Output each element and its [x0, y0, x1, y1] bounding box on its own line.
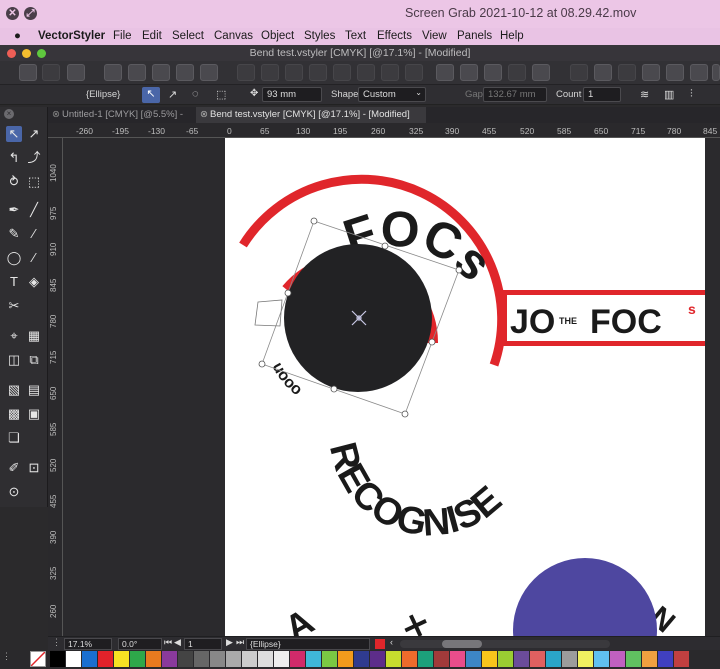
horizontal-scrollbar[interactable] — [400, 640, 610, 648]
swatch-grip-icon: ⋮ — [2, 651, 11, 661]
no-color-icon — [30, 651, 46, 667]
color-swatches: ⋮ — [0, 650, 720, 668]
color-swatch[interactable] — [530, 651, 545, 667]
scroll-left-icon[interactable]: ‹ — [390, 637, 393, 647]
color-swatch[interactable] — [194, 651, 209, 667]
color-swatch[interactable] — [594, 651, 609, 667]
angle-field[interactable]: 0.0° — [118, 638, 162, 650]
color-swatch[interactable] — [402, 651, 417, 667]
color-swatch[interactable] — [610, 651, 625, 667]
color-swatch[interactable] — [482, 651, 497, 667]
color-swatch[interactable] — [658, 651, 673, 667]
color-swatch[interactable] — [418, 651, 433, 667]
color-swatch[interactable] — [322, 651, 337, 667]
small-arc-text[interactable]: uooo — [269, 360, 306, 400]
color-swatch[interactable] — [226, 651, 241, 667]
color-swatch[interactable] — [130, 651, 145, 667]
color-swatch[interactable] — [562, 651, 577, 667]
error-icon[interactable] — [375, 639, 385, 649]
color-swatch[interactable] — [258, 651, 273, 667]
badge-text-foc[interactable]: FOC — [590, 303, 662, 341]
badge-text-the[interactable]: THE — [559, 316, 577, 326]
color-swatch[interactable] — [66, 651, 81, 667]
color-swatch[interactable] — [354, 651, 369, 667]
color-swatch[interactable] — [274, 651, 289, 667]
selected-ellipse[interactable] — [284, 244, 432, 392]
selection-handle[interactable] — [381, 242, 389, 250]
page-field[interactable]: 1 — [184, 638, 222, 650]
color-swatch[interactable] — [50, 651, 65, 667]
color-swatch[interactable] — [290, 651, 305, 667]
selection-handle[interactable] — [284, 289, 292, 297]
color-swatch[interactable] — [626, 651, 641, 667]
object-type-field: {Ellipse} — [246, 638, 370, 650]
color-swatch[interactable] — [578, 651, 593, 667]
color-swatch[interactable] — [114, 651, 129, 667]
badge-text-s[interactable]: s — [688, 301, 696, 317]
selection-handle[interactable] — [330, 385, 338, 393]
color-swatch[interactable] — [210, 651, 225, 667]
color-swatch[interactable] — [178, 651, 193, 667]
color-swatch[interactable] — [514, 651, 529, 667]
arc-text-recognise[interactable]: RECOGNISE — [321, 438, 510, 545]
color-swatch[interactable] — [466, 651, 481, 667]
color-swatch[interactable] — [82, 651, 97, 667]
color-swatch[interactable] — [674, 651, 689, 667]
swatch-none[interactable] — [30, 651, 46, 667]
color-swatch[interactable] — [98, 651, 113, 667]
selection-handle[interactable] — [258, 360, 266, 368]
status-bar: ⋮⋮ 17.1% 0.0° ⏮ ◀ 1 ▶ ⏭ {Ellipse} ‹ — [48, 636, 720, 650]
color-swatch[interactable] — [370, 651, 385, 667]
color-swatch[interactable] — [162, 651, 177, 667]
selection-handle[interactable] — [455, 266, 463, 274]
color-swatch[interactable] — [498, 651, 513, 667]
selection-handle[interactable] — [401, 410, 409, 418]
last-page-icon[interactable]: ⏭ — [236, 637, 244, 648]
color-swatch[interactable] — [386, 651, 401, 667]
selection-handle[interactable] — [310, 217, 318, 225]
color-swatch[interactable] — [434, 651, 449, 667]
zoom-field[interactable]: 17.1% — [64, 638, 112, 650]
color-swatch[interactable] — [242, 651, 257, 667]
color-swatch[interactable] — [546, 651, 561, 667]
color-swatch[interactable] — [450, 651, 465, 667]
scrollbar-thumb[interactable] — [442, 640, 482, 648]
next-page-icon[interactable]: ▶ — [226, 637, 233, 648]
prev-page-icon[interactable]: ◀ — [174, 637, 181, 648]
color-swatch[interactable] — [642, 651, 657, 667]
badge-text-jo[interactable]: JO — [510, 303, 555, 341]
artwork-layer: FOCs JO THE FOC s uooo RECOGNISE A ✕ N — [239, 174, 705, 636]
first-page-icon[interactable]: ⏮ — [164, 637, 172, 648]
color-swatch[interactable] — [338, 651, 353, 667]
color-swatch[interactable] — [306, 651, 321, 667]
color-swatch[interactable] — [146, 651, 161, 667]
selection-handle[interactable] — [428, 338, 436, 346]
